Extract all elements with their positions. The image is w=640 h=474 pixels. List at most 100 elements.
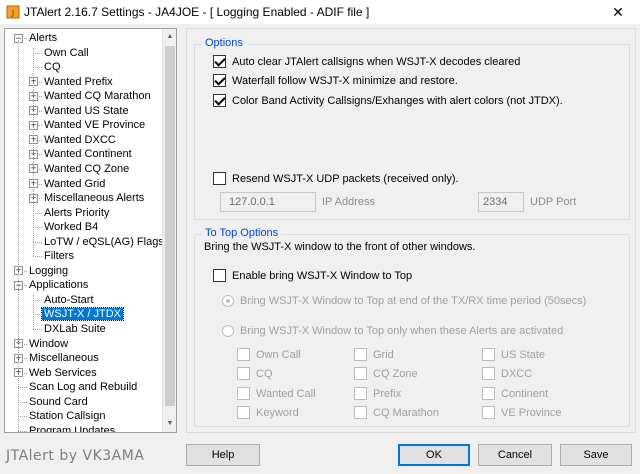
tree-item[interactable]: Own Call xyxy=(42,46,91,61)
tree-item-label: Wanted CQ Marathon xyxy=(44,90,151,103)
settings-tree[interactable]: Alerts − Own Call CQ Wanted Prefix + Wanted CQ… xyxy=(4,28,177,433)
alert-prefix-option[interactable]: Prefix xyxy=(354,387,401,400)
resend-udp-label: Resend WSJT-X UDP packets (received only… xyxy=(232,172,459,185)
alert-keyword-checkbox[interactable] xyxy=(237,406,250,419)
alert-dxcc-checkbox[interactable] xyxy=(482,367,495,380)
ip-address-label: IP Address xyxy=(322,196,375,208)
tree-item[interactable]: Logging xyxy=(27,264,70,279)
tree-item[interactable]: Worked B4 xyxy=(42,220,100,235)
alert-own-call-checkbox[interactable] xyxy=(237,348,250,361)
alert-cq-marathon-checkbox[interactable] xyxy=(354,406,367,419)
options-group-title: Options xyxy=(202,37,246,50)
alert-cq-marathon-option[interactable]: CQ Marathon xyxy=(354,406,439,419)
tree-item[interactable]: Wanted Grid xyxy=(42,177,107,192)
tree-item[interactable]: Alerts xyxy=(27,31,59,46)
tree-item[interactable]: Alerts Priority xyxy=(42,206,111,221)
auto-clear-checkbox[interactable] xyxy=(213,55,226,68)
tree-connector xyxy=(33,212,42,214)
auto-clear-option[interactable]: Auto clear JTAlert callsigns when WSJT-X… xyxy=(213,55,520,68)
color-band-option[interactable]: Color Band Activity Callsigns/Exhanges w… xyxy=(213,94,563,107)
tree-item[interactable]: Applications xyxy=(27,278,90,293)
tree-item[interactable]: Wanted Continent xyxy=(42,147,134,162)
alert-dxcc-option[interactable]: DXCC xyxy=(482,367,532,380)
enable-to-top-option[interactable]: Enable bring WSJT-X Window to Top xyxy=(213,269,412,282)
tree-item[interactable]: Wanted CQ Zone xyxy=(42,162,131,177)
tree-item[interactable]: Filters xyxy=(42,249,76,264)
resend-udp-checkbox[interactable] xyxy=(213,172,226,185)
scroll-down-icon[interactable]: ▼ xyxy=(163,416,176,432)
cancel-button[interactable]: Cancel xyxy=(478,444,552,466)
scrollbar-thumb[interactable] xyxy=(165,46,175,406)
tree-item-label: LoTW / eQSL(AG) Flags xyxy=(44,235,164,248)
tree-item[interactable]: CQ xyxy=(42,60,63,75)
waterfall-follow-option[interactable]: Waterfall follow WSJT-X minimize and res… xyxy=(213,74,458,87)
to-top-alerts-radio[interactable] xyxy=(222,325,234,337)
tree-item[interactable]: Miscellaneous Alerts xyxy=(42,191,146,206)
alert-cq-zone-checkbox[interactable] xyxy=(354,367,367,380)
ok-button[interactable]: OK xyxy=(398,444,470,466)
brand-label: JTAlert by VK3AMA xyxy=(6,448,145,464)
tree-item[interactable]: LoTW / eQSL(AG) Flags xyxy=(42,235,166,250)
tree-item[interactable]: Wanted VE Province xyxy=(42,118,147,133)
tree-item[interactable]: Wanted US State xyxy=(42,104,131,119)
save-button[interactable]: Save xyxy=(560,444,632,466)
tree-item[interactable]: Window xyxy=(27,337,70,352)
tree-item[interactable]: Scan Log and Rebuild xyxy=(27,380,139,395)
to-top-alerts-option[interactable]: Bring WSJT-X Window to Top only when the… xyxy=(222,325,563,337)
help-button[interactable]: Help xyxy=(186,444,260,466)
alert-continent-option[interactable]: Continent xyxy=(482,387,548,400)
alert-wanted-call-label: Wanted Call xyxy=(256,387,316,400)
tree-scrollbar[interactable]: ▲ ▼ xyxy=(162,29,176,432)
udp-port-input[interactable]: 2334 xyxy=(478,192,524,212)
tree-item[interactable]: Station Callsign xyxy=(27,409,107,424)
tree-item[interactable]: Wanted CQ Marathon xyxy=(42,89,153,104)
tree-item[interactable]: Auto-Start xyxy=(42,293,96,308)
tree-guide-line xyxy=(33,47,34,257)
tree-item[interactable]: DXLab Suite xyxy=(42,322,108,337)
tree-item-label: Wanted CQ Zone xyxy=(44,162,130,175)
alert-cq-label: CQ xyxy=(256,367,273,380)
title-bar: J JTAlert 2.16.7 Settings - JA4JOE - [ L… xyxy=(0,0,640,24)
alert-continent-checkbox[interactable] xyxy=(482,387,495,400)
tree-item[interactable]: Web Services xyxy=(27,366,99,381)
alert-us-state-option[interactable]: US State xyxy=(482,348,545,361)
close-window-button[interactable]: ✕ xyxy=(596,0,640,24)
alert-us-state-checkbox[interactable] xyxy=(482,348,495,361)
alert-keyword-option[interactable]: Keyword xyxy=(237,406,299,419)
tree-item[interactable]: Sound Card xyxy=(27,395,90,410)
tree-item-label: Sound Card xyxy=(29,395,88,408)
alert-own-call-option[interactable]: Own Call xyxy=(237,348,301,361)
scroll-up-icon[interactable]: ▲ xyxy=(163,29,176,45)
alert-prefix-checkbox[interactable] xyxy=(354,387,367,400)
tree-item[interactable]: Miscellaneous xyxy=(27,351,101,366)
tree-item[interactable]: Program Updates xyxy=(27,424,117,432)
color-band-checkbox[interactable] xyxy=(213,94,226,107)
tree-item-label: WSJT-X / JTDX xyxy=(41,307,124,322)
alert-cq-checkbox[interactable] xyxy=(237,367,250,380)
alert-wanted-call-option[interactable]: Wanted Call xyxy=(237,387,316,400)
to-top-end-period-option[interactable]: Bring WSJT-X Window to Top at end of the… xyxy=(222,295,586,307)
alert-grid-option[interactable]: Grid xyxy=(354,348,394,361)
tree-item-label: Wanted US State xyxy=(44,104,129,117)
to-top-group-title: To Top Options xyxy=(202,227,282,240)
tree-item[interactable]: Wanted Prefix xyxy=(42,75,115,90)
alert-cq-zone-label: CQ Zone xyxy=(373,367,418,380)
ip-address-input[interactable]: 127.0.0.1 xyxy=(220,192,316,212)
enable-to-top-checkbox[interactable] xyxy=(213,269,226,282)
tree-item[interactable]: WSJT-X / JTDX xyxy=(41,307,124,322)
alert-wanted-call-checkbox[interactable] xyxy=(237,387,250,400)
to-top-end-period-label: Bring WSJT-X Window to Top at end of the… xyxy=(240,295,587,307)
tree-connector xyxy=(18,401,27,403)
waterfall-follow-checkbox[interactable] xyxy=(213,74,226,87)
alert-cq-zone-option[interactable]: CQ Zone xyxy=(354,367,418,380)
alert-cq-option[interactable]: CQ xyxy=(237,367,273,380)
alert-ve-province-option[interactable]: VE Province xyxy=(482,406,562,419)
resend-udp-option[interactable]: Resend WSJT-X UDP packets (received only… xyxy=(213,172,459,185)
tree-connector xyxy=(33,52,42,54)
alert-continent-label: Continent xyxy=(501,387,549,400)
tree-connector xyxy=(33,329,42,330)
alert-ve-province-checkbox[interactable] xyxy=(482,406,495,419)
to-top-end-period-radio[interactable] xyxy=(222,295,234,307)
tree-item[interactable]: Wanted DXCC xyxy=(42,133,118,148)
alert-grid-checkbox[interactable] xyxy=(354,348,367,361)
